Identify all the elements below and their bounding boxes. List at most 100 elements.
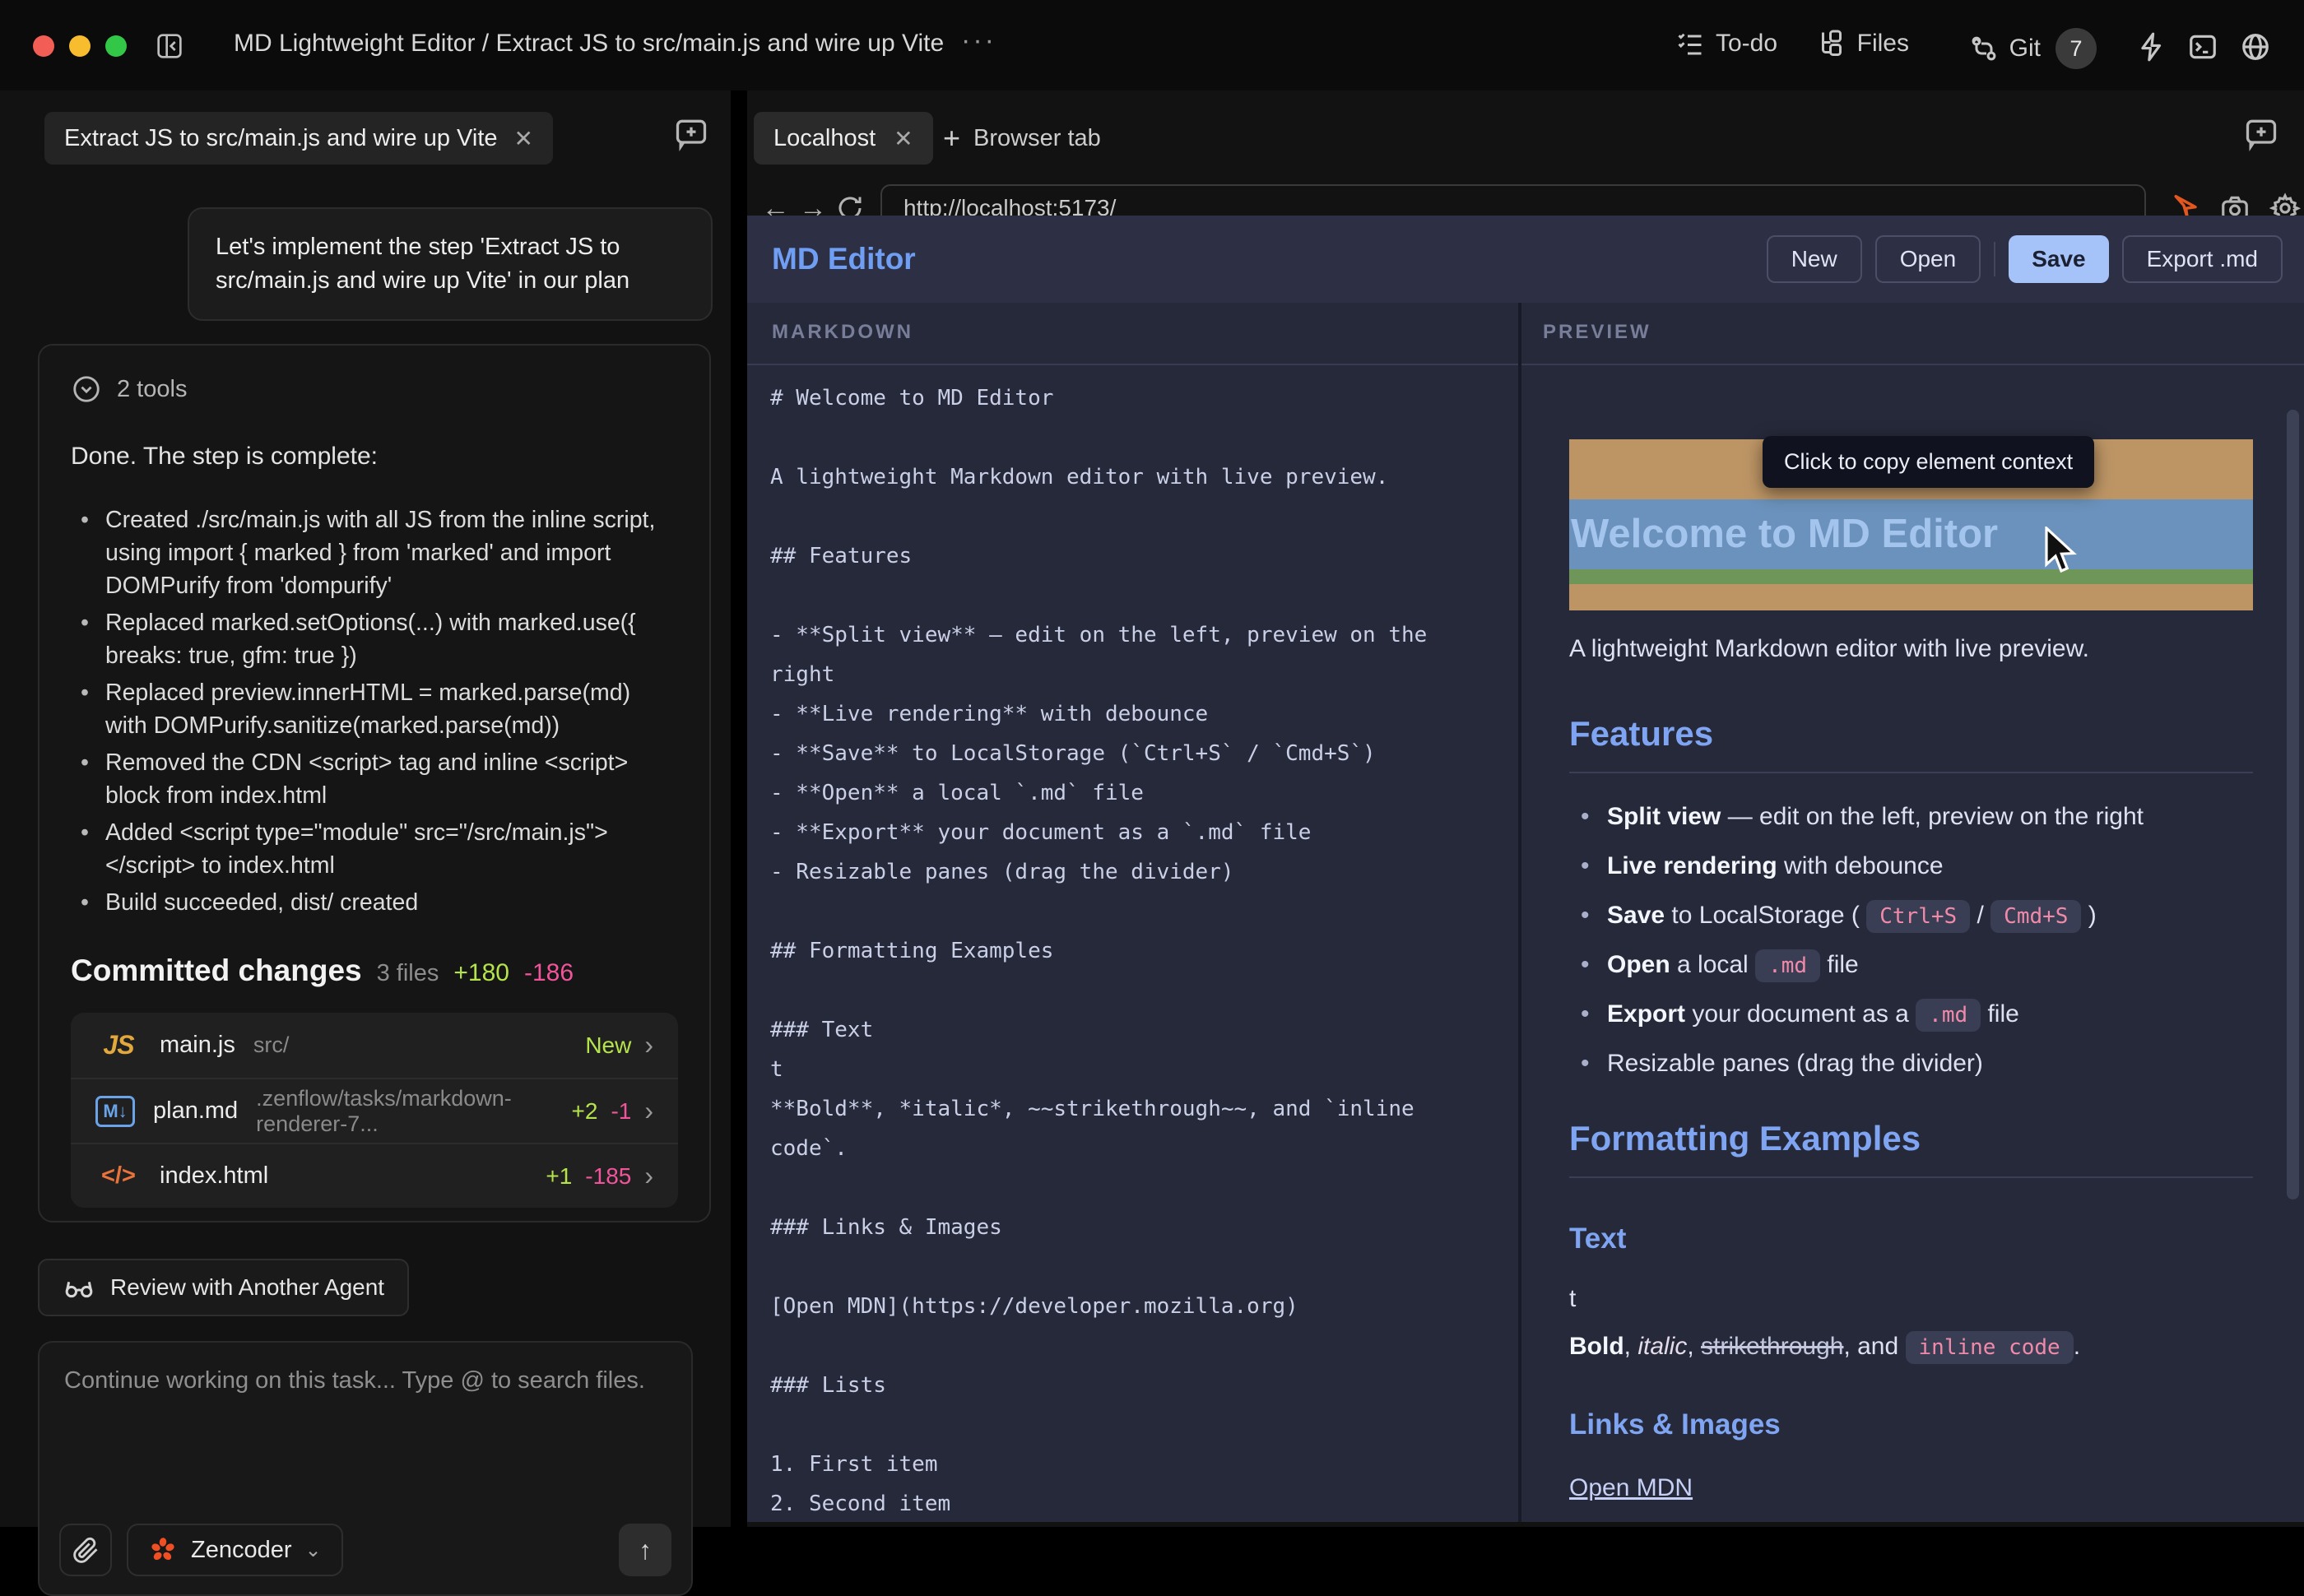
file-additions: +1: [546, 1163, 572, 1190]
list-item: Live rendering with debounce: [1569, 852, 2253, 880]
maximize-window-button[interactable]: [105, 35, 127, 57]
completion-summary: Done. The step is complete:: [71, 443, 678, 471]
model-selector[interactable]: Zencoder ⌄: [127, 1524, 343, 1576]
export-md-button[interactable]: Export .md: [2122, 235, 2283, 283]
inline-code: .md: [1916, 999, 1981, 1032]
formatting-examples-heading: Formatting Examples: [1569, 1119, 2253, 1178]
markdown-file-icon: M↓: [95, 1096, 135, 1127]
close-tab-icon[interactable]: ✕: [894, 125, 913, 152]
new-tab-label: Browser tab: [973, 125, 1101, 152]
tools-toggle[interactable]: 2 tools: [71, 373, 678, 405]
chevron-right-icon[interactable]: ›: [644, 1161, 653, 1191]
arrow-up-icon: ↑: [639, 1535, 652, 1566]
review-with-agent-button[interactable]: Review with Another Agent: [38, 1259, 409, 1316]
plus-icon: +: [943, 121, 960, 155]
todo-checklist-icon: [1675, 28, 1706, 59]
file-row-planmd[interactable]: M↓ plan.md .zenflow/tasks/markdown-rende…: [71, 1078, 678, 1143]
chevron-down-icon: ⌄: [305, 1538, 322, 1562]
list-item: Resizable panes (drag the divider): [1569, 1050, 2253, 1078]
mouse-cursor: [2043, 527, 2079, 576]
divider: [1994, 242, 1995, 276]
todo-label: To-do: [1716, 30, 1777, 58]
text-heading: Text: [1569, 1223, 2253, 1255]
open-mdn-link[interactable]: Open MDN: [1569, 1474, 1693, 1502]
composer-placeholder[interactable]: Continue working on this task... Type @ …: [64, 1367, 667, 1394]
minimize-window-button[interactable]: [69, 35, 91, 57]
committed-changes-header: Committed changes 3 files +180 -186: [71, 953, 678, 988]
agent-response-card: 2 tools Done. The step is complete: Crea…: [38, 344, 711, 1223]
list-item: Created ./src/main.js with all JS from t…: [71, 503, 678, 602]
git-label: Git: [2009, 35, 2041, 63]
t-paragraph: t: [1569, 1285, 2253, 1313]
open-button[interactable]: Open: [1875, 235, 1981, 283]
feedback-icon[interactable]: [2243, 115, 2279, 151]
browser-tab-localhost[interactable]: Localhost ✕: [754, 112, 933, 165]
chevron-right-icon[interactable]: ›: [644, 1030, 653, 1060]
inline-code: Cmd+S: [1990, 900, 2081, 933]
user-message-bubble: Let's implement the step 'Extract JS to …: [188, 207, 713, 321]
close-task-icon[interactable]: ✕: [514, 125, 533, 152]
file-row-mainjs[interactable]: JS main.js src/ New ›: [71, 1013, 678, 1078]
preview-pane: Welcome to MD Editor A lightweight Markd…: [1521, 367, 2304, 1522]
committed-changes-title: Committed changes: [71, 953, 362, 988]
review-button-label: Review with Another Agent: [110, 1274, 384, 1301]
list-item: Split view — edit on the left, preview o…: [1569, 803, 2253, 831]
inline-code: .md: [1755, 949, 1820, 982]
title-more-button[interactable]: ···: [961, 25, 996, 57]
app-title: MD Editor: [772, 242, 916, 276]
list-item: Build succeeded, dist/ created: [71, 886, 678, 919]
todo-button[interactable]: To-do: [1675, 28, 1777, 59]
copy-context-tooltip: Click to copy element context: [1763, 436, 2094, 488]
markdown-editor-pane[interactable]: # Welcome to MD Editor A lightweight Mar…: [747, 367, 1518, 1522]
tools-count-label: 2 tools: [117, 376, 187, 403]
message-composer[interactable]: Continue working on this task... Type @ …: [38, 1341, 693, 1596]
file-row-indexhtml[interactable]: </> index.html +1 -185 ›: [71, 1143, 678, 1208]
features-heading: Features: [1569, 714, 2253, 773]
file-tree-icon: [1816, 28, 1847, 59]
attach-file-button[interactable]: [59, 1524, 112, 1576]
save-button[interactable]: Save: [2009, 235, 2108, 283]
browser-panel: Localhost ✕ + Browser tab ← → http://loc…: [747, 90, 2304, 1527]
task-tab[interactable]: Extract JS to src/main.js and wire up Vi…: [44, 112, 553, 165]
feedback-icon[interactable]: [673, 115, 709, 151]
git-button[interactable]: Git 7: [1968, 28, 2097, 69]
list-item: Export your document as a .md file: [1569, 1000, 2253, 1028]
files-button[interactable]: Files: [1816, 28, 1909, 59]
html-file-icon: </>: [95, 1162, 142, 1190]
file-deletions: -1: [611, 1098, 631, 1125]
new-button[interactable]: New: [1767, 235, 1862, 283]
inline-code: inline code: [1906, 1331, 2074, 1364]
close-window-button[interactable]: [33, 35, 54, 57]
file-name: index.html: [160, 1162, 268, 1190]
deletions-count: -186: [524, 959, 574, 987]
new-browser-tab-button[interactable]: + Browser tab: [943, 112, 1101, 165]
features-list: Split view — edit on the left, preview o…: [1569, 803, 2253, 1078]
markdown-pane-label: MARKDOWN: [772, 321, 913, 344]
send-button[interactable]: ↑: [619, 1524, 671, 1576]
web-content: MD Editor New Open Save Export .md MARKD…: [747, 216, 2304, 1522]
inline-code: Ctrl+S: [1866, 900, 1970, 933]
window-title: MD Lightweight Editor / Extract JS to sr…: [234, 30, 944, 58]
file-name: plan.md: [153, 1097, 238, 1125]
list-item: Removed the CDN <script> tag and inline …: [71, 746, 678, 812]
chevron-right-icon[interactable]: ›: [644, 1096, 653, 1126]
sidebar-toggle-icon[interactable]: [153, 30, 186, 63]
quick-actions-lightning-icon[interactable]: [2136, 31, 2167, 63]
markdown-source-text[interactable]: # Welcome to MD Editor A lightweight Mar…: [770, 378, 1497, 1522]
file-name: main.js: [160, 1032, 235, 1059]
file-additions: +2: [572, 1098, 598, 1125]
changed-files-list: JS main.js src/ New › M↓ plan.md .zenflo…: [71, 1013, 678, 1208]
file-deletions: -185: [585, 1163, 631, 1190]
terminal-icon[interactable]: [2187, 31, 2218, 63]
model-name: Zencoder: [191, 1537, 292, 1564]
hero-title: Welcome to MD Editor: [1571, 499, 1998, 569]
inline-styles-paragraph: Bold, italic, strikethrough, and inline …: [1569, 1333, 2253, 1361]
pane-labels-row: MARKDOWN PREVIEW: [747, 303, 2304, 365]
list-item: Added <script type="module" src="/src/ma…: [71, 816, 678, 882]
additions-count: +180: [453, 959, 509, 987]
list-item: Open a local .md file: [1569, 951, 2253, 979]
globe-icon[interactable]: [2240, 31, 2271, 63]
list-item: Replaced preview.innerHTML = marked.pars…: [71, 676, 678, 742]
chat-panel: Extract JS to src/main.js and wire up Vi…: [0, 90, 731, 1527]
list-item: Save to LocalStorage ( Ctrl+S / Cmd+S ): [1569, 902, 2253, 930]
